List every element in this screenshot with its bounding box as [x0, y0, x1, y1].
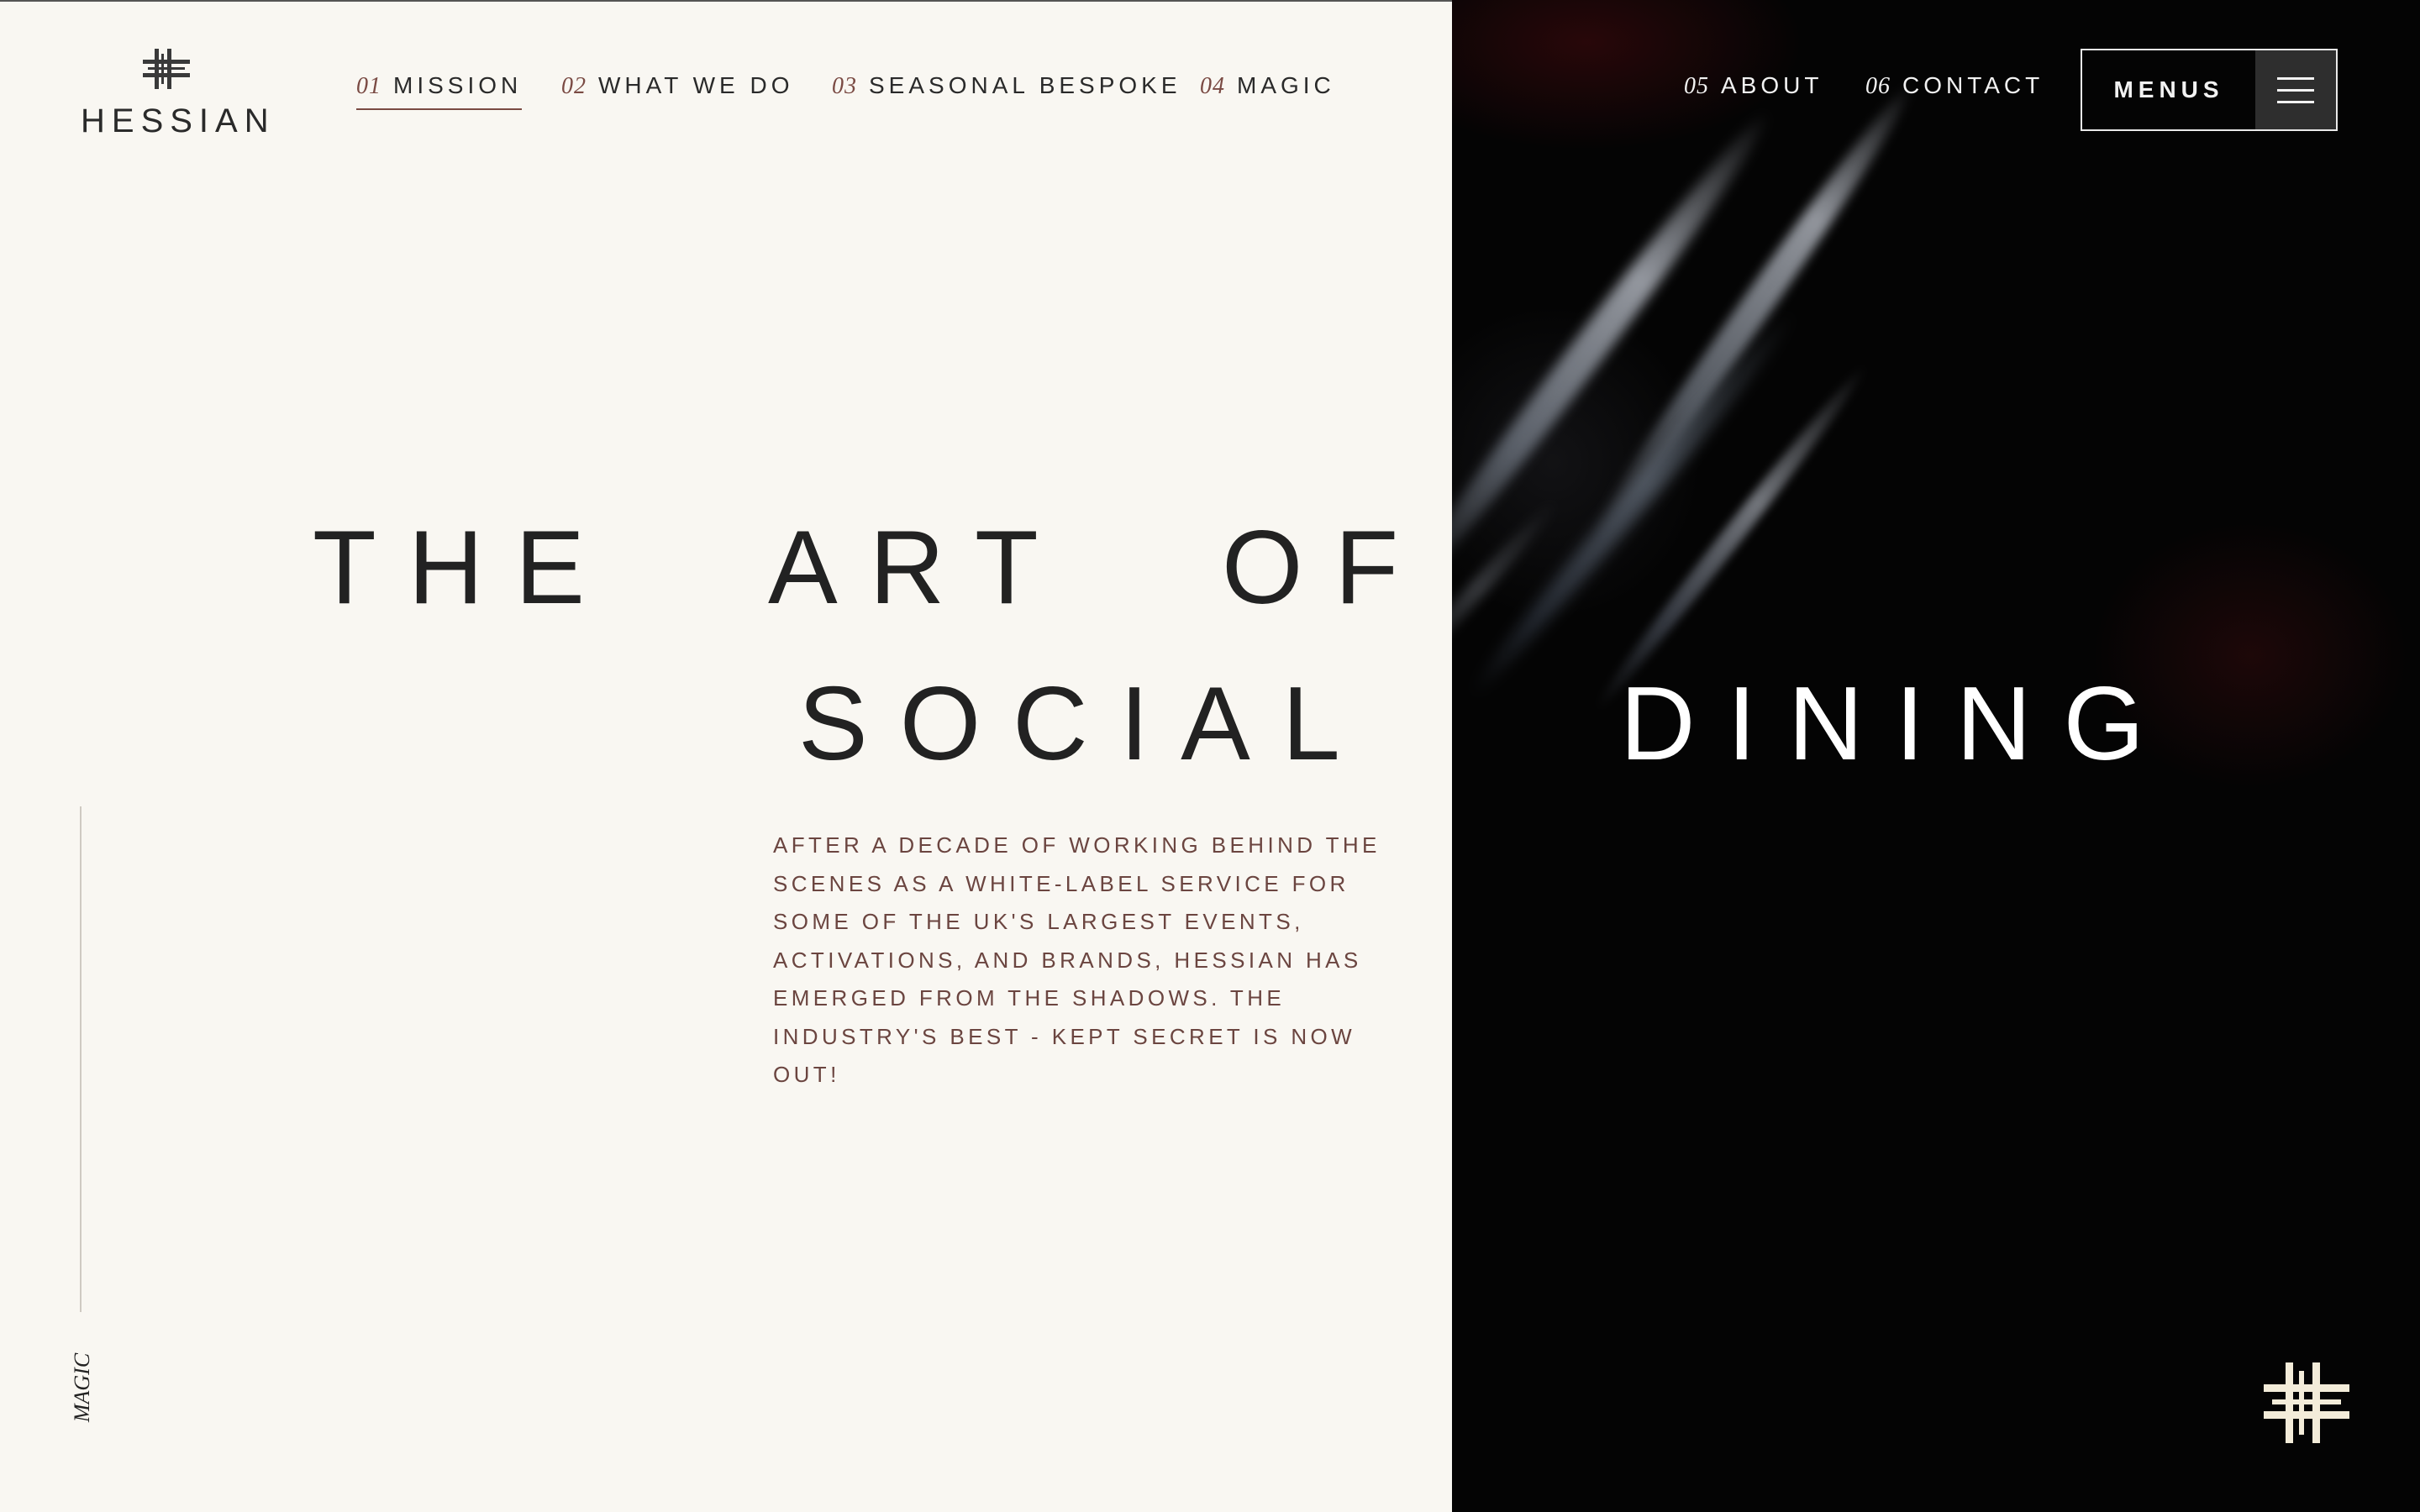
nav-label: MAGIC	[1237, 72, 1335, 98]
hash-weave-icon	[143, 49, 190, 89]
headline-word-of: OF	[1222, 510, 1431, 626]
brand-name: HESSIAN	[81, 102, 276, 139]
headline-word-the: THE	[313, 510, 617, 626]
headline-word-art: ART	[768, 510, 1071, 626]
nav-item-contact[interactable]: 06 CONTACT	[1865, 72, 2044, 100]
nav-label: ABOUT	[1721, 72, 1823, 98]
nav-label: MISSION	[393, 72, 523, 98]
nav-number: 05	[1684, 73, 1709, 99]
nav-label: WHAT WE DO	[598, 72, 794, 98]
hash-weave-icon	[2264, 1362, 2349, 1443]
nav-label: SEASONAL BESPOKE	[869, 72, 1181, 98]
side-section-label: MAGIC	[70, 1352, 94, 1423]
side-rail-line	[80, 806, 82, 1312]
menus-button[interactable]: MENUS	[2081, 49, 2338, 131]
nav-label: CONTACT	[1902, 72, 2044, 98]
nav-item-what-we-do[interactable]: 02 WHAT WE DO	[561, 72, 794, 100]
nav-number: 01	[356, 73, 381, 99]
nav-item-about[interactable]: 05 ABOUT	[1684, 72, 1823, 100]
headline-word-dining: DINING	[1620, 666, 2176, 782]
nav-number: 04	[1200, 73, 1225, 99]
menus-label: MENUS	[2113, 76, 2224, 102]
nav-item-seasonal-bespoke[interactable]: 03 SEASONAL BESPOKE	[832, 72, 1181, 100]
headline-word-social: SOCIAL	[798, 666, 1372, 782]
nav-number: 06	[1865, 73, 1891, 99]
hamburger-icon[interactable]	[2255, 50, 2336, 129]
nav-number: 02	[561, 73, 587, 99]
nav-number: 03	[832, 73, 857, 99]
intro-paragraph: After a decade of working behind the sce…	[773, 832, 1381, 1087]
nav-item-magic[interactable]: 04 MAGIC	[1200, 72, 1335, 100]
nav-item-mission[interactable]: 01 MISSION	[356, 72, 523, 110]
brand-logo[interactable]: HESSIAN	[81, 47, 276, 140]
